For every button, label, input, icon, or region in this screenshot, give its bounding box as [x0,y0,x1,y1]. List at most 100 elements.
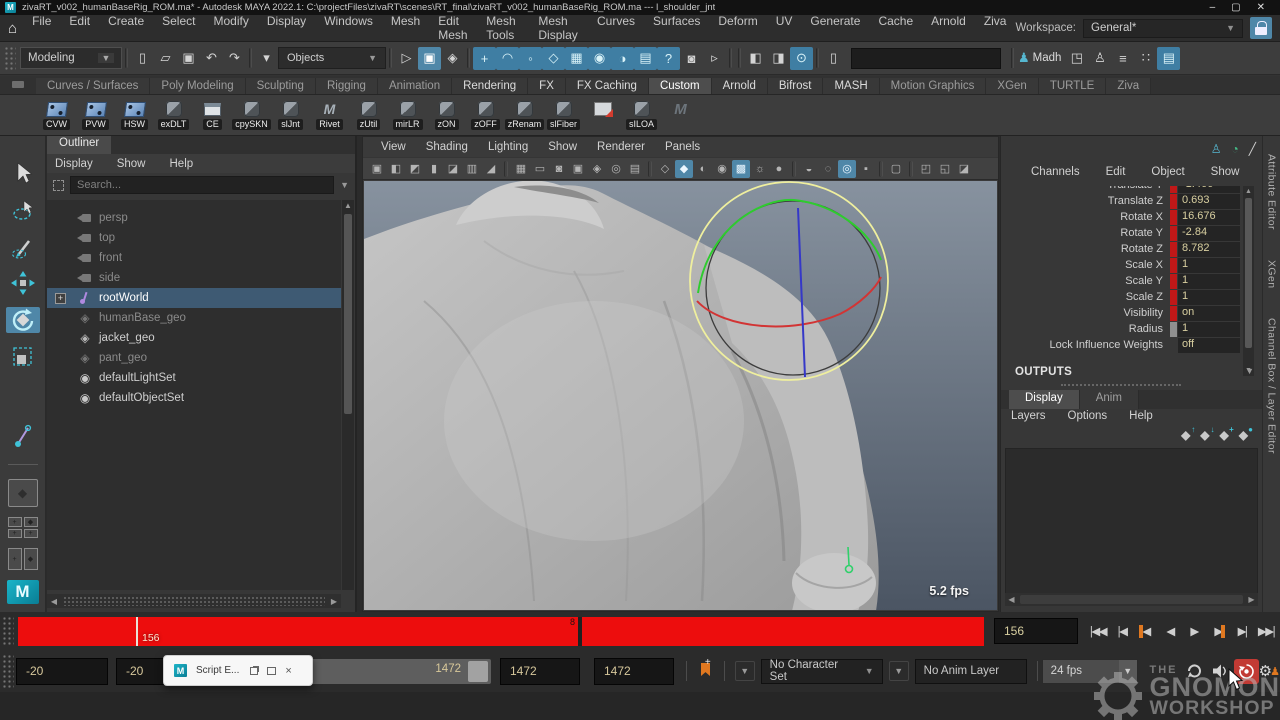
channel-box-scrollbar[interactable]: ▲▼ [1243,186,1254,376]
viewport-menu-item[interactable]: Shading [416,141,478,153]
viewport-3d-view[interactable]: 5.2 fps [364,181,997,610]
snap-point-icon[interactable]: ◦ [519,47,542,70]
status-icon[interactable] [816,48,819,68]
shelf-tab[interactable]: Curves / Surfaces [36,78,150,94]
select-component-icon[interactable]: ◈ [441,47,464,70]
shelf-tab[interactable]: Poly Modeling [150,78,245,94]
layout-four-pane-button[interactable]: +◆++ [8,517,38,538]
camera-attributes-icon[interactable]: ◩ [406,160,424,178]
humanik-icon[interactable]: ♙ [1088,47,1111,70]
step-forward-key-button[interactable]: ▶ [1206,618,1230,644]
shelf-tab[interactable]: Custom [649,78,712,94]
channel-row[interactable]: Scale Y 1 [1001,273,1240,289]
front[interactable]: + front [47,248,341,268]
snap-curve-icon[interactable]: ◠ [496,47,519,70]
filter-icon[interactable] [53,180,64,191]
shelf-button[interactable]: M [662,100,699,130]
menu-item[interactable]: Arnold [922,14,975,42]
home-icon[interactable]: ⌂ [8,21,17,36]
select-object-icon[interactable]: ▣ [418,47,441,70]
viewport-toolbar-icon[interactable] [879,161,883,177]
shelf-button[interactable]: slJnt [272,100,309,130]
toolbar-grip[interactable] [2,654,14,688]
input-connections-icon[interactable]: ◧ [744,47,767,70]
shelf-button[interactable]: zON [428,100,465,130]
selection-mask-select[interactable]: Objects▼ [278,47,386,69]
close-button[interactable]: ✕ [1257,3,1265,13]
image-plane-icon[interactable]: ◪ [444,160,462,178]
new-empty-layer-icon[interactable]: ◆+ [1220,428,1229,442]
select-camera-icon[interactable]: ▣ [368,160,386,178]
shelf-button[interactable]: sILOA [623,100,660,130]
wireframe-icon[interactable]: ◇ [656,160,674,178]
sidebar-vertical-tab[interactable]: Channel Box / Layer Editor [1266,318,1278,454]
side[interactable]: + side [47,268,341,288]
save-scene-icon[interactable]: ▣ [177,47,200,70]
modeling-toolkit-icon[interactable]: ◳ [1065,47,1088,70]
shelf-tab[interactable]: FX Caching [566,78,649,94]
close-window-icon[interactable]: × [285,666,291,676]
paint-select-tool[interactable] [6,233,40,260]
go-to-end-button[interactable]: ▶▶| [1254,618,1278,644]
outliner-menu-item[interactable]: Display [55,158,93,170]
move-tool[interactable] [6,270,40,297]
menu-item[interactable]: Mesh Tools [477,14,529,42]
sync-icon[interactable]: ◔ [1232,142,1239,156]
move-layer-up-icon[interactable]: ◆↑ [1181,428,1190,442]
outliner-horizontal-scrollbar[interactable]: ◀ ▶ [47,594,341,608]
exposure-icon[interactable]: ▪ [857,160,875,178]
step-back-key-button[interactable]: ◀ [1134,618,1158,644]
viewport-menu-item[interactable]: Lighting [478,141,538,153]
numeric-input-field[interactable] [851,48,1001,69]
layer-editor-menu-item[interactable]: Options [1068,410,1108,422]
shelf-tab[interactable]: TURTLE [1039,78,1107,94]
textured-icon[interactable]: ◐ [694,160,712,178]
scale-tool[interactable] [6,343,40,370]
current-time-marker[interactable] [136,617,138,646]
tool-settings-toggle-icon[interactable]: ∷ [1134,47,1157,70]
status-icon[interactable] [729,48,732,68]
layer-list-empty[interactable] [1005,448,1258,594]
shelf-tab[interactable]: Animation [378,78,452,94]
shelf-tab[interactable]: MASH [823,78,879,94]
chevron-down-icon[interactable]: ▼ [1245,366,1254,376]
edit-pencil-icon[interactable]: ╱ [1249,142,1256,156]
viewport-toolbar-icon[interactable] [504,161,508,177]
gate-mask-icon[interactable]: ▣ [569,160,587,178]
layer-editor-menu-item[interactable]: Layers [1011,410,1046,422]
scroll-up-icon[interactable]: ▲ [342,200,354,212]
channel-value-field[interactable]: 0.693 [1178,194,1240,209]
menu-item[interactable]: Select [153,14,204,42]
highlight-selection-icon[interactable]: ▹ [703,47,726,70]
rootWorld[interactable]: + rootWorld [47,288,341,308]
humanBase_geo[interactable]: + ◈ humanBase_geo [47,308,341,328]
shelf-button[interactable]: CE [194,100,231,130]
new-scene-icon[interactable]: ▯ [131,47,154,70]
channel-row[interactable]: Rotate Y -2.84 [1001,225,1240,241]
redo-icon[interactable]: ↷ [223,47,246,70]
status-icon[interactable] [467,48,470,68]
isolate-select-icon[interactable]: ◎ [838,160,856,178]
open-scene-icon[interactable]: ▱ [154,47,177,70]
channel-box-menu-item[interactable]: Edit [1106,166,1126,178]
default-material-icon[interactable]: ◉ [713,160,731,178]
animation-preferences-button[interactable]: ⚙ ♟ [1259,662,1280,680]
status-icon[interactable] [738,48,741,68]
play-backwards-button[interactable]: ◀ [1158,618,1182,644]
flipbook-icon[interactable]: ▤ [634,47,657,70]
pencil-curve-icon[interactable]: ◪ [955,160,973,178]
playback-loop-icon[interactable] [1182,658,1208,684]
resolution-gate-icon[interactable]: ◙ [550,160,568,178]
maximize-window-icon[interactable] [267,667,276,675]
select-hierarchy-icon[interactable]: ▷ [395,47,418,70]
workspace-select[interactable]: General* ▼ [1083,19,1243,38]
channel-box-toggle-icon[interactable]: ▤ [1157,47,1180,70]
new-layer-from-selected-icon[interactable]: ◆● [1239,428,1248,442]
minimize-button[interactable]: – [1210,3,1216,13]
menu-item[interactable]: Cache [869,14,922,42]
combo-collapse-icon[interactable]: ▾ [255,47,278,70]
layer-editor-tab[interactable]: Anim [1080,390,1139,409]
playback-end-field[interactable]: 1472 [500,658,580,685]
timeline-scrub-mark[interactable] [578,617,582,646]
pant_geo[interactable]: + ◈ pant_geo [47,348,341,368]
